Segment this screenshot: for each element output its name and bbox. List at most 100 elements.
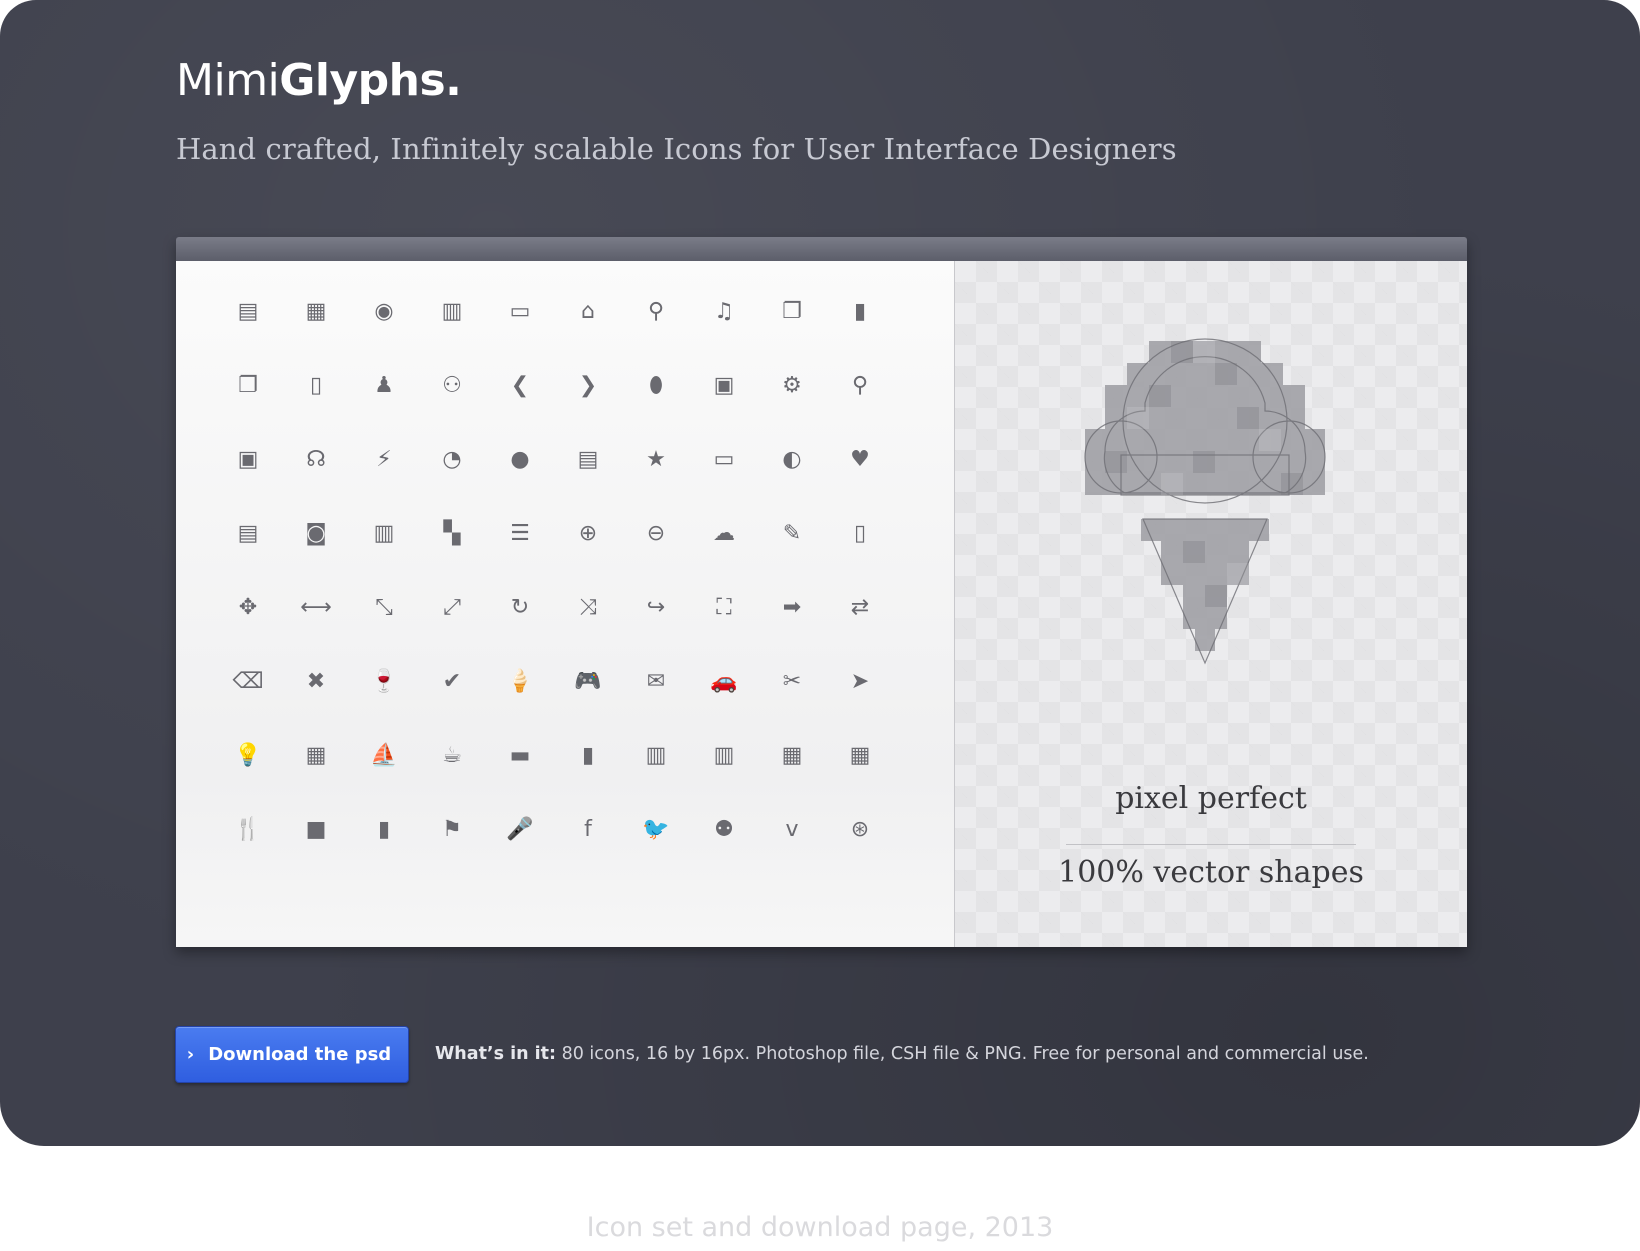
close-icon: ✖ [306, 669, 326, 694]
ice-cream-icon: 🍦 [506, 669, 534, 694]
package-info-label: What’s in it: [435, 1044, 557, 1064]
music-note-icon: ♫ [714, 299, 734, 324]
horizontal-resize-icon: ⟷ [300, 595, 332, 620]
thumbnails-icon: ▦ [781, 743, 803, 768]
monitor-icon: ▭ [713, 447, 735, 472]
documents-icon: ❐ [782, 299, 802, 324]
tagline: Hand crafted, Infinitely scalable Icons … [176, 132, 1177, 166]
scissors-icon: ✂ [782, 669, 802, 694]
document-icon: ▮ [853, 299, 867, 324]
lightbulb-icon: 💡 [234, 743, 262, 768]
dribbble-icon: ⊛ [850, 817, 870, 842]
flickr-icon: ⚉ [714, 817, 734, 842]
home-icon: ⌂ [581, 299, 595, 324]
sailboat-icon: ⛵ [370, 743, 398, 768]
facebook-icon: f [584, 817, 592, 842]
share-arrow-icon: ↪ [646, 595, 666, 620]
contract-icon: ⤢ [443, 595, 461, 620]
showcase-header-bar [176, 237, 1467, 261]
barcode-icon: ▥ [713, 743, 735, 768]
showcase-card: ▤ ▦ ◉ ▥ ▭ ⌂ ⚲ ♫ ❐ ▮ ❐ ▯ ♟ ⚇ ❮ ❯ ⬮ ▣ ⚙ ⚲ ▣ ☊ ⚡ ◔ ● ▤ ★ ▭ ◐ ♥ ▤ ◙ ▥ ▚ ☰ ⊕ ⊖ ☁ ✎ ▯… [176, 237, 1467, 947]
lightning-icon: ⚡ [376, 447, 392, 472]
bar-chart-icon: ▮ [377, 817, 391, 842]
shuffle-icon: ⤨ [579, 595, 597, 620]
package-info-text: 80 icons, 16 by 16px. Photoshop file, CS… [556, 1044, 1369, 1064]
list-view-icon: ☰ [510, 521, 530, 546]
image-icon: ▣ [713, 373, 735, 398]
wine-glass-icon: 🍷 [370, 669, 398, 694]
arrow-right-icon: ➡ [782, 595, 802, 620]
feature-panel: pixel perfect 100% vector shapes [955, 261, 1467, 947]
chevron-right-icon: ❯ [578, 373, 598, 398]
download-button-label: Download the psd [208, 1044, 392, 1065]
trash-icon: ⌫ [232, 669, 264, 694]
laptop-icon: ▭ [509, 299, 531, 324]
game-controller-icon: 🎮 [574, 669, 602, 694]
contact-card-icon: ▥ [373, 521, 395, 546]
columns-icon: ▥ [645, 743, 667, 768]
blank-file-icon: ▯ [309, 373, 323, 398]
comment-icon: ▤ [577, 447, 599, 472]
star-icon: ★ [646, 447, 666, 472]
search-icon: ⚲ [647, 299, 665, 324]
download-psd-button[interactable]: › Download the psd [175, 1026, 409, 1083]
feature-pixel-perfect: pixel perfect [1115, 781, 1307, 816]
swap-arrows-icon: ⇄ [850, 595, 870, 620]
icon-grid: ▤ ▦ ◉ ▥ ▭ ⌂ ⚲ ♫ ❐ ▮ ❐ ▯ ♟ ⚇ ❮ ❯ ⬮ ▣ ⚙ ⚲ ▣ ☊ ⚡ ◔ ● ▤ ★ ▭ ◐ ♥ ▤ ◙ ▥ ▚ ☰ ⊕ ⊖ ☁ ✎ ▯… [176, 261, 954, 947]
calculator-icon: ▦ [305, 743, 327, 768]
feature-vector-shapes: 100% vector shapes [1058, 855, 1364, 890]
chevron-right-icon: › [186, 1044, 195, 1065]
expand-icon: ⤡ [375, 595, 393, 620]
grid-view-icon: ▚ [443, 521, 461, 546]
checkmark-icon: ✔ [442, 669, 462, 694]
cutlery-icon: 🍴 [234, 817, 262, 842]
microphone-icon: 🎤 [506, 817, 534, 842]
chevron-left-icon: ❮ [510, 373, 530, 398]
brand-logo: MimiGlyphs. [176, 54, 462, 108]
user-icon: ♟ [374, 373, 394, 398]
calendar-icon: ▦ [849, 743, 871, 768]
brand-logo-light: Mimi [176, 55, 280, 106]
vimeo-icon: v [785, 817, 799, 842]
mouse-icon: ⬮ [649, 373, 663, 398]
page-background: MimiGlyphs. Hand crafted, Infinitely sca… [0, 0, 1640, 1146]
map-pin-icon: ⚲ [851, 373, 869, 398]
credit-card-icon: ▬ [509, 743, 531, 768]
cursor-icon: ➤ [850, 669, 870, 694]
camera-icon: ◉ [374, 299, 394, 324]
feature-divider [1066, 844, 1356, 845]
plus-circle-icon: ⊕ [578, 521, 598, 546]
page-caption: Icon set and download page, 2013 [586, 1212, 1054, 1243]
brand-logo-bold: Glyphs. [279, 55, 462, 106]
ipod-icon: ▣ [237, 447, 259, 472]
printer-icon: ▥ [441, 299, 463, 324]
users-icon: ⚇ [442, 373, 462, 398]
envelope-icon: ✉ [646, 669, 666, 694]
speech-bubble-icon: ● [510, 447, 530, 472]
heart-icon: ♥ [850, 447, 870, 472]
ice-cream-construction-illustration [1084, 338, 1326, 665]
contrast-icon: ◐ [782, 447, 802, 472]
gear-icon: ⚙ [782, 373, 802, 398]
mobile-phone-icon: ▯ [853, 521, 867, 546]
milk-bottle-icon: ▮ [581, 743, 595, 768]
hard-drive-icon: ◙ [305, 521, 327, 546]
fullscreen-icon: ⛶ [716, 595, 732, 620]
video-camera-icon: ■ [305, 817, 327, 842]
refresh-icon: ↻ [510, 595, 530, 620]
icon-grid-panel: ▤ ▦ ◉ ▥ ▭ ⌂ ⚲ ♫ ❐ ▮ ❐ ▯ ♟ ⚇ ❮ ❯ ⬮ ▣ ⚙ ⚲ ▣ ☊ ⚡ ◔ ● ▤ ★ ▭ ◐ ♥ ▤ ◙ ▥ ▚ ☰ ⊕ ⊖ ☁ ✎ ▯… [176, 261, 955, 947]
pie-chart-icon: ◔ [442, 447, 462, 472]
minus-circle-icon: ⊖ [646, 521, 666, 546]
browser-window-icon: ▤ [237, 299, 259, 324]
move-icon: ✥ [238, 595, 258, 620]
flag-icon: ⚑ [442, 817, 462, 842]
calendar-window-icon: ▦ [305, 299, 327, 324]
notepad-icon: ▤ [237, 521, 259, 546]
coffee-mug-icon: ☕ [442, 743, 462, 768]
package-info: What’s in it: 80 icons, 16 by 16px. Phot… [435, 1044, 1369, 1064]
pencil-icon: ✎ [782, 521, 802, 546]
copy-icon: ❐ [238, 373, 258, 398]
twitter-icon: 🐦 [642, 817, 670, 842]
car-icon: 🚗 [710, 669, 738, 694]
headphones-icon: ☊ [306, 447, 326, 472]
